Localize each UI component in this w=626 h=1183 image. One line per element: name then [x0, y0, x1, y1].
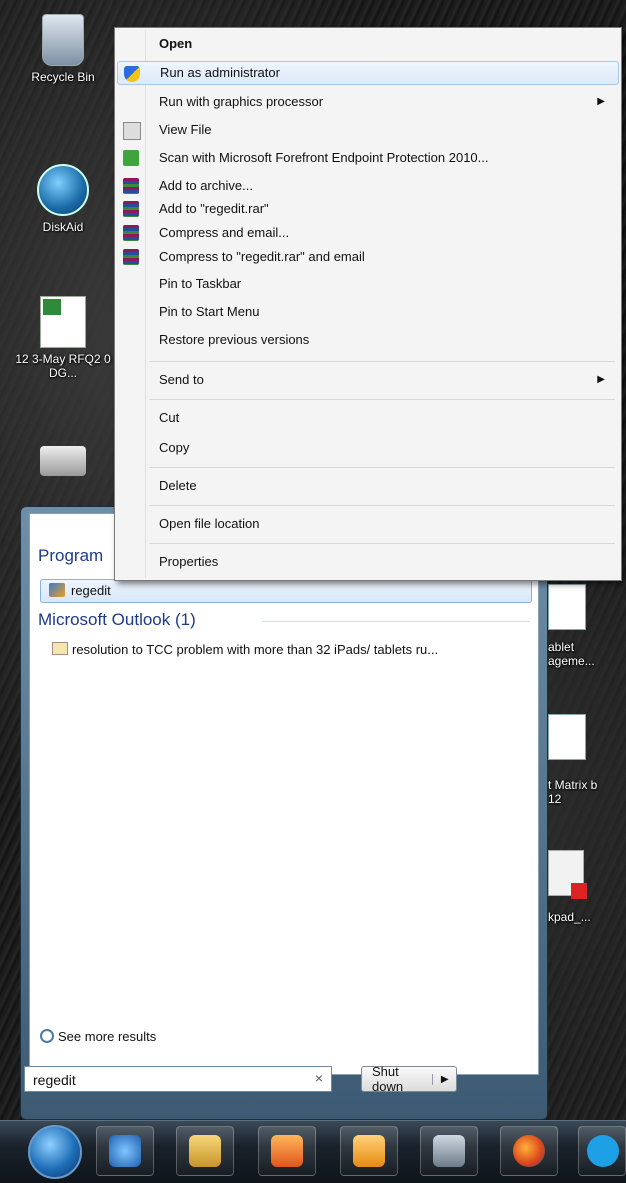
winrar-icon	[123, 178, 139, 194]
search-results-pane: Program regedit Microsoft Outlook (1) re…	[29, 513, 539, 1075]
search-icon	[40, 1029, 54, 1043]
menu-item-add-to-regedit-rar[interactable]: Add to "regedit.rar"	[117, 197, 617, 221]
shield-icon	[124, 66, 140, 82]
diskaid-icon	[37, 164, 89, 216]
menu-item-open-file-location[interactable]: Open file location	[117, 512, 617, 536]
desktop-icon-label: 12 3-May RFQ2 0 DG...	[15, 352, 111, 380]
network-drive-desktop-icon[interactable]	[8, 446, 118, 480]
pdf-desktop-icon[interactable]: kpad_...	[548, 850, 626, 924]
internet-explorer-icon	[109, 1135, 141, 1167]
menu-item-pin-to-taskbar[interactable]: Pin to Taskbar	[117, 272, 617, 296]
menu-item-restore-previous-versions[interactable]: Restore previous versions	[117, 328, 617, 352]
excel-file-icon	[548, 714, 586, 760]
view-file-icon	[123, 122, 141, 140]
context-menu: Open Run as administrator Run with graph…	[114, 27, 622, 581]
desktop-icon-label: t Matrix b 12	[548, 778, 598, 806]
menu-item-compress-and-email[interactable]: Compress and email...	[117, 221, 617, 245]
file-explorer-icon	[189, 1135, 221, 1167]
menu-item-send-to[interactable]: Send to ▶	[117, 368, 617, 392]
menu-separator	[149, 361, 615, 362]
outlook-result-item[interactable]: resolution to TCC problem with more than…	[52, 642, 438, 657]
clear-search-icon[interactable]: ×	[315, 1070, 323, 1086]
taskbar-file-explorer[interactable]	[176, 1126, 234, 1176]
submenu-arrow-icon: ▶	[597, 96, 605, 107]
network-drive-icon	[40, 446, 86, 476]
recycle-bin-desktop-icon[interactable]: Recycle Bin	[8, 14, 118, 84]
recycle-bin-icon	[42, 14, 84, 66]
matrix-excel-desktop-icon[interactable]: t Matrix b 12	[548, 714, 626, 806]
excel-file-desktop-icon[interactable]: 12 3-May RFQ2 0 DG...	[8, 296, 118, 380]
skype-icon	[587, 1135, 619, 1167]
see-more-label: See more results	[58, 1029, 157, 1044]
program-result-label: regedit	[71, 583, 111, 598]
outlook-section-header: Microsoft Outlook (1)	[38, 610, 196, 629]
start-menu: Program regedit Microsoft Outlook (1) re…	[20, 506, 548, 1120]
taskbar-skype[interactable]	[578, 1126, 626, 1176]
program-result-regedit[interactable]: regedit	[40, 579, 532, 603]
desktop-icon-label: kpad_...	[548, 910, 591, 924]
taskbar-firefox[interactable]	[500, 1126, 558, 1176]
menu-item-properties[interactable]: Properties	[117, 550, 617, 574]
start-orb-button[interactable]	[28, 1125, 82, 1179]
menu-item-open[interactable]: Open	[117, 32, 617, 56]
pdf-icon	[548, 850, 587, 899]
menu-item-cut[interactable]: Cut	[117, 406, 617, 430]
document-icon	[548, 584, 586, 630]
taskbar-tools[interactable]	[420, 1126, 478, 1176]
outlook-icon	[353, 1135, 385, 1167]
tools-icon	[433, 1135, 465, 1167]
menu-item-pin-to-start-menu[interactable]: Pin to Start Menu	[117, 300, 617, 324]
winrar-icon	[123, 249, 139, 265]
taskbar-outlook[interactable]	[340, 1126, 398, 1176]
taskbar-internet-explorer[interactable]	[96, 1126, 154, 1176]
menu-separator	[149, 399, 615, 400]
start-search-box[interactable]: ×	[24, 1066, 332, 1092]
see-more-results-link[interactable]: See more results	[40, 1029, 156, 1044]
menu-separator	[149, 467, 615, 468]
desktop-icon-label: ablet ageme...	[548, 640, 595, 668]
menu-item-delete[interactable]: Delete	[117, 474, 617, 498]
search-input[interactable]	[31, 1069, 295, 1091]
email-icon	[52, 642, 68, 655]
winrar-icon	[123, 201, 139, 217]
menu-separator	[149, 505, 615, 506]
desktop-icon-label: DiskAid	[42, 220, 84, 234]
media-player-icon	[271, 1135, 303, 1167]
submenu-arrow-icon: ▶	[597, 374, 605, 385]
menu-item-add-to-archive[interactable]: Add to archive...	[117, 174, 617, 198]
desktop-icon-label: Recycle Bin	[31, 70, 95, 84]
menu-separator	[149, 543, 615, 544]
programs-section-header: Program	[38, 546, 104, 565]
shutdown-options-arrow-icon[interactable]: ▶	[432, 1073, 456, 1085]
excel-file-icon	[40, 296, 86, 348]
outlook-result-label: resolution to TCC problem with more than…	[72, 642, 439, 657]
diskaid-desktop-icon[interactable]: DiskAid	[8, 164, 118, 234]
regedit-icon	[49, 583, 65, 597]
shutdown-button[interactable]: Shut down ▶	[361, 1064, 457, 1094]
menu-item-scan-forefront[interactable]: Scan with Microsoft Forefront Endpoint P…	[117, 146, 617, 170]
section-divider	[262, 621, 530, 622]
menu-item-run-as-administrator[interactable]: Run as administrator	[117, 61, 619, 85]
taskbar-media-player[interactable]	[258, 1126, 316, 1176]
forefront-icon	[123, 150, 139, 166]
menu-item-run-with-graphics-processor[interactable]: Run with graphics processor ▶	[117, 90, 617, 114]
firefox-icon	[513, 1135, 545, 1167]
winrar-icon	[123, 225, 139, 241]
menu-item-copy[interactable]: Copy	[117, 436, 617, 460]
tablet-doc-desktop-icon[interactable]: ablet ageme...	[548, 584, 626, 668]
menu-item-view-file[interactable]: View File	[117, 118, 617, 142]
menu-item-compress-to-regedit-rar-and-email[interactable]: Compress to "regedit.rar" and email	[117, 245, 617, 269]
shutdown-label: Shut down	[372, 1064, 404, 1094]
